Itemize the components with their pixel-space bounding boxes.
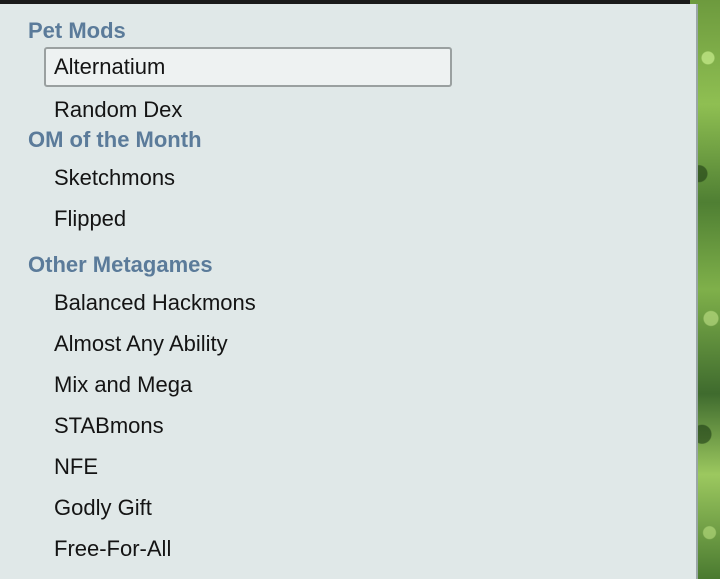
format-item-sketchmons[interactable]: Sketchmons [44,156,452,196]
format-item-balanced-hackmons[interactable]: Balanced Hackmons [44,281,452,321]
format-dropdown-panel: Pet Mods Alternatium Random Dex OM of th… [0,4,698,579]
format-item-flipped[interactable]: Flipped [44,197,452,237]
group-header-other-metagames: Other Metagames [28,252,213,277]
format-item-stabmons[interactable]: STABmons [44,404,452,444]
group-header-pet-mods: Pet Mods [28,18,126,43]
group-header-om-of-the-month: OM of the Month [28,127,202,152]
format-item-alternatium[interactable]: Alternatium [44,47,452,87]
format-item-almost-any-ability[interactable]: Almost Any Ability [44,322,452,362]
format-item-free-for-all[interactable]: Free-For-All [44,527,452,567]
format-item-random-dex[interactable]: Random Dex [44,88,452,128]
format-item-mix-and-mega[interactable]: Mix and Mega [44,363,452,403]
format-item-nfe[interactable]: NFE [44,445,452,485]
format-item-godly-gift[interactable]: Godly Gift [44,486,452,526]
